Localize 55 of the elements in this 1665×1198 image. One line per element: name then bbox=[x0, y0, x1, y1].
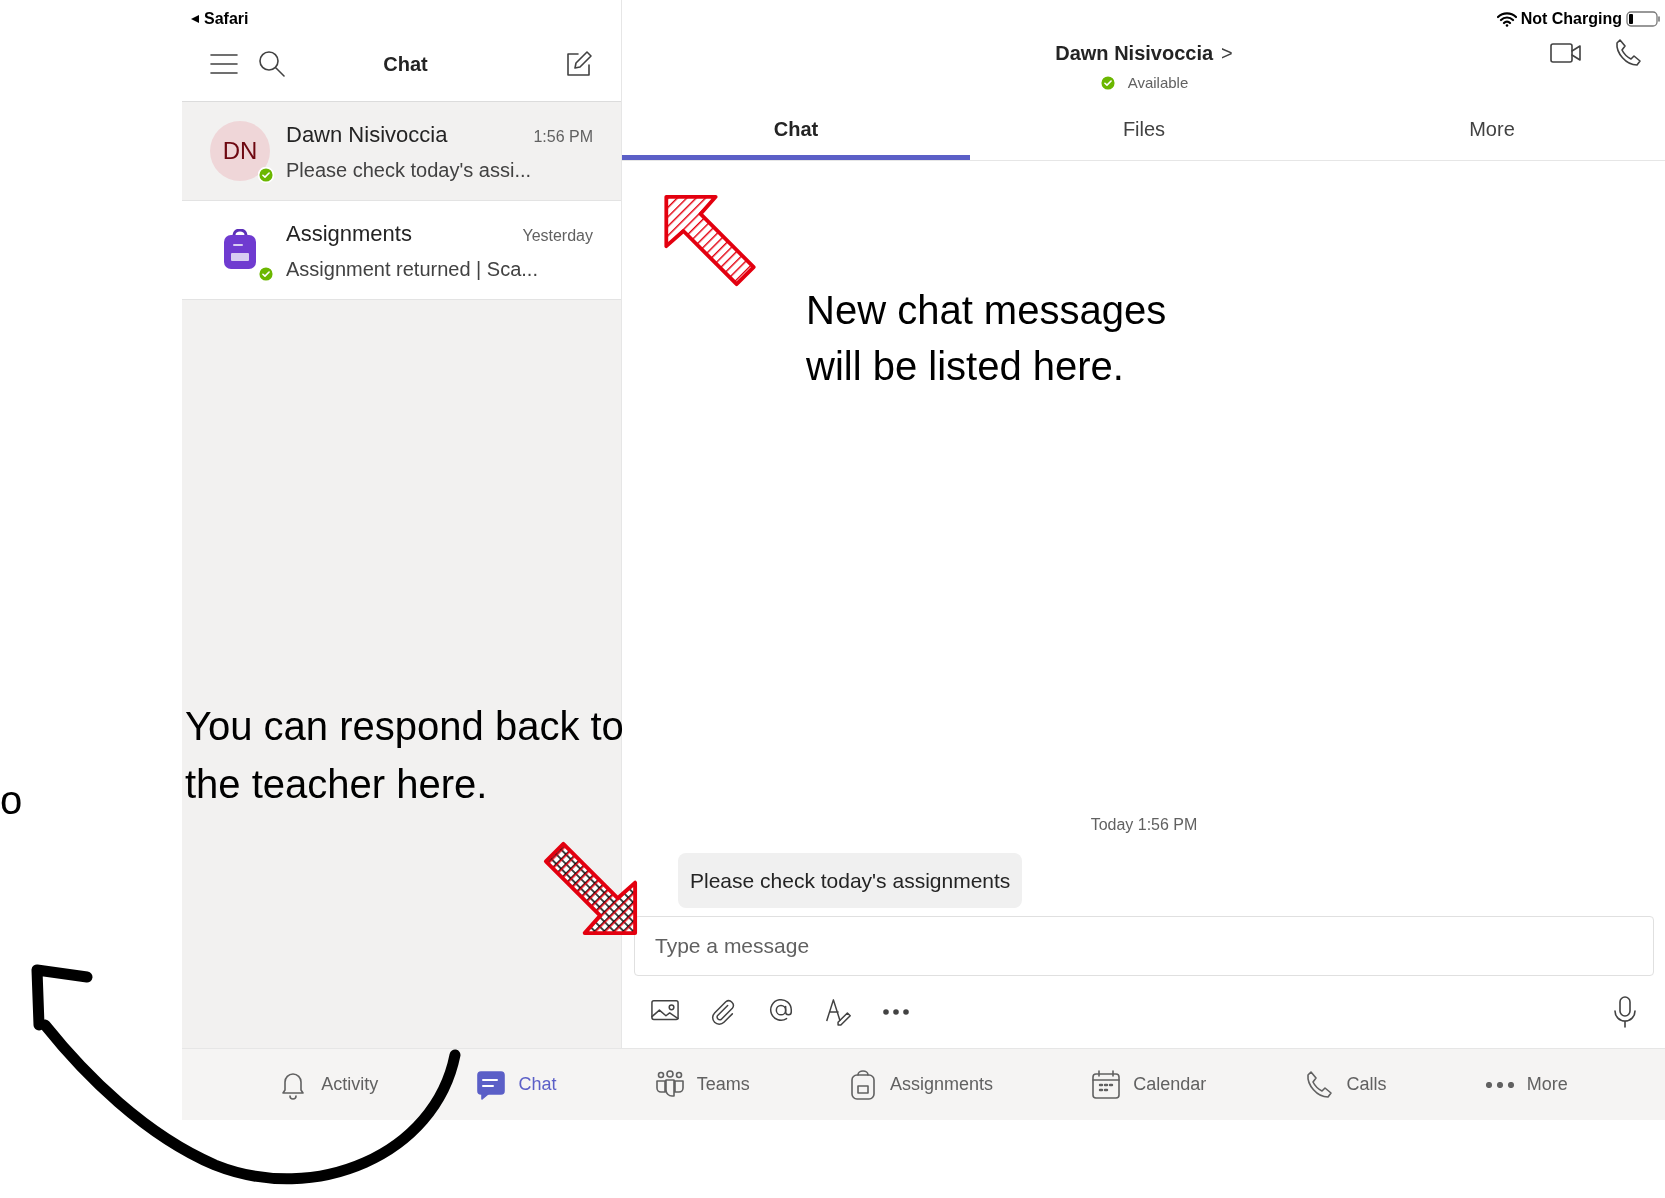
nav-tab[interactable]: Calendar bbox=[1091, 1069, 1207, 1100]
message-bubble: Please check today's assignments bbox=[678, 852, 1023, 908]
battery-status: Not Charging bbox=[1520, 9, 1622, 29]
video-camera-icon bbox=[1550, 42, 1582, 64]
contact-name: Assignments bbox=[286, 219, 412, 248]
microphone-icon bbox=[1612, 996, 1638, 1028]
microphone-button[interactable] bbox=[1612, 996, 1638, 1028]
more-options-button[interactable] bbox=[882, 1009, 910, 1015]
message-input[interactable]: Type a message bbox=[634, 916, 1654, 976]
chevron-icon[interactable]: > bbox=[1221, 38, 1233, 68]
contact-name[interactable]: Dawn Nisivoccia bbox=[1055, 38, 1214, 68]
menu-icon bbox=[210, 53, 238, 75]
message-time: Yesterday bbox=[522, 225, 593, 246]
audio-call-button[interactable] bbox=[1614, 38, 1642, 68]
contact-name: Dawn Nisivoccia bbox=[286, 120, 448, 149]
calendar-icon bbox=[1091, 1069, 1122, 1100]
presence-status: Available bbox=[1127, 73, 1189, 93]
more-dots-icon bbox=[882, 1009, 910, 1015]
panel-title: Chat bbox=[382, 52, 429, 77]
back-arrow-icon bbox=[190, 14, 200, 24]
phone-icon bbox=[1304, 1069, 1335, 1100]
timestamp: Today 1:56 PM bbox=[1090, 814, 1198, 835]
nav-tab[interactable]: Calls bbox=[1304, 1069, 1387, 1100]
phone-icon bbox=[1614, 38, 1642, 68]
tab[interactable]: More bbox=[1318, 102, 1665, 160]
search-button[interactable] bbox=[258, 50, 286, 78]
search-icon bbox=[258, 50, 286, 78]
battery-icon bbox=[1626, 10, 1662, 28]
annotation-text: You can respond back to the teacher here. bbox=[185, 703, 625, 808]
message-preview: Please check today's assi... bbox=[286, 157, 533, 183]
nav-tab[interactable]: Teams bbox=[654, 1069, 750, 1100]
annotation-text: o bbox=[0, 780, 24, 820]
backpack-icon bbox=[222, 229, 258, 271]
message-time: 1:56 PM bbox=[533, 126, 593, 147]
chat-bubble-icon bbox=[476, 1069, 507, 1100]
nav-tab[interactable]: More bbox=[1484, 1071, 1568, 1098]
nav-tab[interactable]: Activity bbox=[279, 1069, 379, 1100]
compose-icon bbox=[565, 50, 593, 78]
wifi-icon bbox=[1496, 11, 1517, 27]
annotation-text: New chat messages will be listed here. bbox=[806, 287, 1168, 390]
nav-tab[interactable]: Assignments bbox=[847, 1069, 993, 1100]
back-link[interactable]: Safari bbox=[204, 7, 249, 31]
nav-tab[interactable]: Chat bbox=[476, 1069, 557, 1100]
tab[interactable]: Files bbox=[970, 102, 1318, 160]
chat-list-item[interactable]: Assignments Yesterday Assignment returned | Sca... bbox=[182, 201, 621, 300]
format-button[interactable] bbox=[824, 998, 854, 1026]
text-format-icon bbox=[824, 998, 854, 1026]
people-icon bbox=[654, 1069, 685, 1100]
compose-button[interactable] bbox=[565, 50, 593, 78]
more-dots-icon bbox=[1484, 1081, 1515, 1088]
message-preview: Assignment returned | Sca... bbox=[286, 256, 539, 282]
video-call-button[interactable] bbox=[1550, 42, 1582, 64]
tab[interactable]: Chat bbox=[622, 102, 970, 160]
menu-button[interactable] bbox=[210, 53, 238, 75]
avatar: DN bbox=[210, 121, 270, 181]
